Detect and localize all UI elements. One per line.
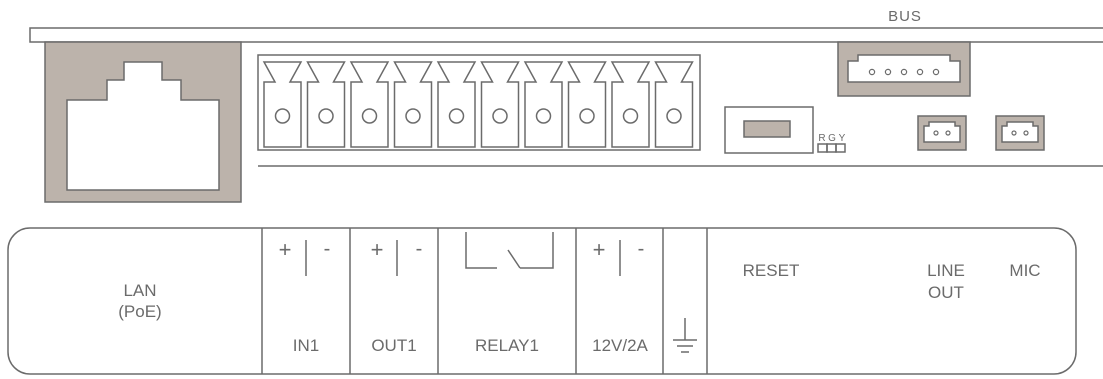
led-r — [817, 143, 828, 153]
terminal-cell — [393, 61, 433, 148]
terminal-group — [262, 61, 694, 148]
mic-label: MIC — [1009, 261, 1040, 280]
reset-label: RESET — [743, 261, 800, 280]
terminal-cell — [306, 61, 346, 148]
terminal-cell — [610, 61, 651, 148]
terminal-screw — [535, 108, 552, 124]
terminal-screw — [318, 108, 334, 124]
led-label-r: R — [818, 133, 825, 144]
in1-minus: - — [324, 238, 331, 260]
terminal-cell — [436, 61, 477, 148]
led-g — [826, 143, 837, 153]
terminal-screw — [622, 108, 639, 124]
terminal-cell — [523, 61, 564, 148]
terminal-screw — [579, 108, 595, 124]
terminal-screw — [274, 108, 291, 124]
terminal-cell — [349, 61, 390, 148]
terminal-cell — [567, 61, 607, 148]
out1-label: OUT1 — [371, 336, 416, 355]
mic-jack-socket — [1001, 121, 1039, 143]
power-plus: + — [593, 237, 606, 262]
lan-label-line2: (PoE) — [118, 302, 161, 321]
terminal-cell — [480, 61, 520, 148]
label-panel — [7, 227, 1077, 375]
out1-minus: - — [416, 238, 423, 260]
bus-label: BUS — [888, 8, 922, 25]
terminal-block — [257, 54, 701, 151]
terminal-screw — [361, 108, 378, 124]
board-top-edge — [29, 27, 1103, 43]
terminal-screw — [666, 108, 682, 124]
terminal-screw — [448, 108, 465, 124]
line-out-jack-socket — [923, 121, 961, 143]
lan-label-line1: LAN — [123, 281, 156, 300]
terminal-screw — [405, 108, 421, 124]
terminal-cell — [262, 61, 303, 148]
power-minus: - — [638, 238, 645, 260]
panel-labels: LAN (PoE) + - IN1 + - OUT1 RELAY1 + - 12… — [118, 237, 1040, 355]
terminal-cell — [654, 61, 694, 148]
terminal-screw — [492, 108, 508, 124]
relay-contact-icon — [465, 232, 554, 269]
line-out-label-line2: OUT — [928, 283, 964, 302]
led-y — [835, 143, 846, 153]
connector-diagram: BUS R G Y LAN (PoE) + - IN1 + - OUT1 REL… — [7, 8, 1103, 375]
out1-plus: + — [371, 237, 384, 262]
led-label-g: G — [828, 133, 836, 144]
device-board — [29, 27, 1103, 203]
power-label: 12V/2A — [592, 336, 648, 355]
in1-plus: + — [279, 237, 292, 262]
reset-switch-button — [743, 120, 791, 138]
ground-icon — [673, 318, 697, 353]
relay1-label: RELAY1 — [475, 336, 539, 355]
panel-outline — [7, 227, 1077, 375]
bus-connector-socket — [847, 54, 961, 83]
line-out-label-line1: LINE — [927, 261, 965, 280]
in1-label: IN1 — [293, 336, 319, 355]
led-label-y: Y — [839, 133, 846, 144]
